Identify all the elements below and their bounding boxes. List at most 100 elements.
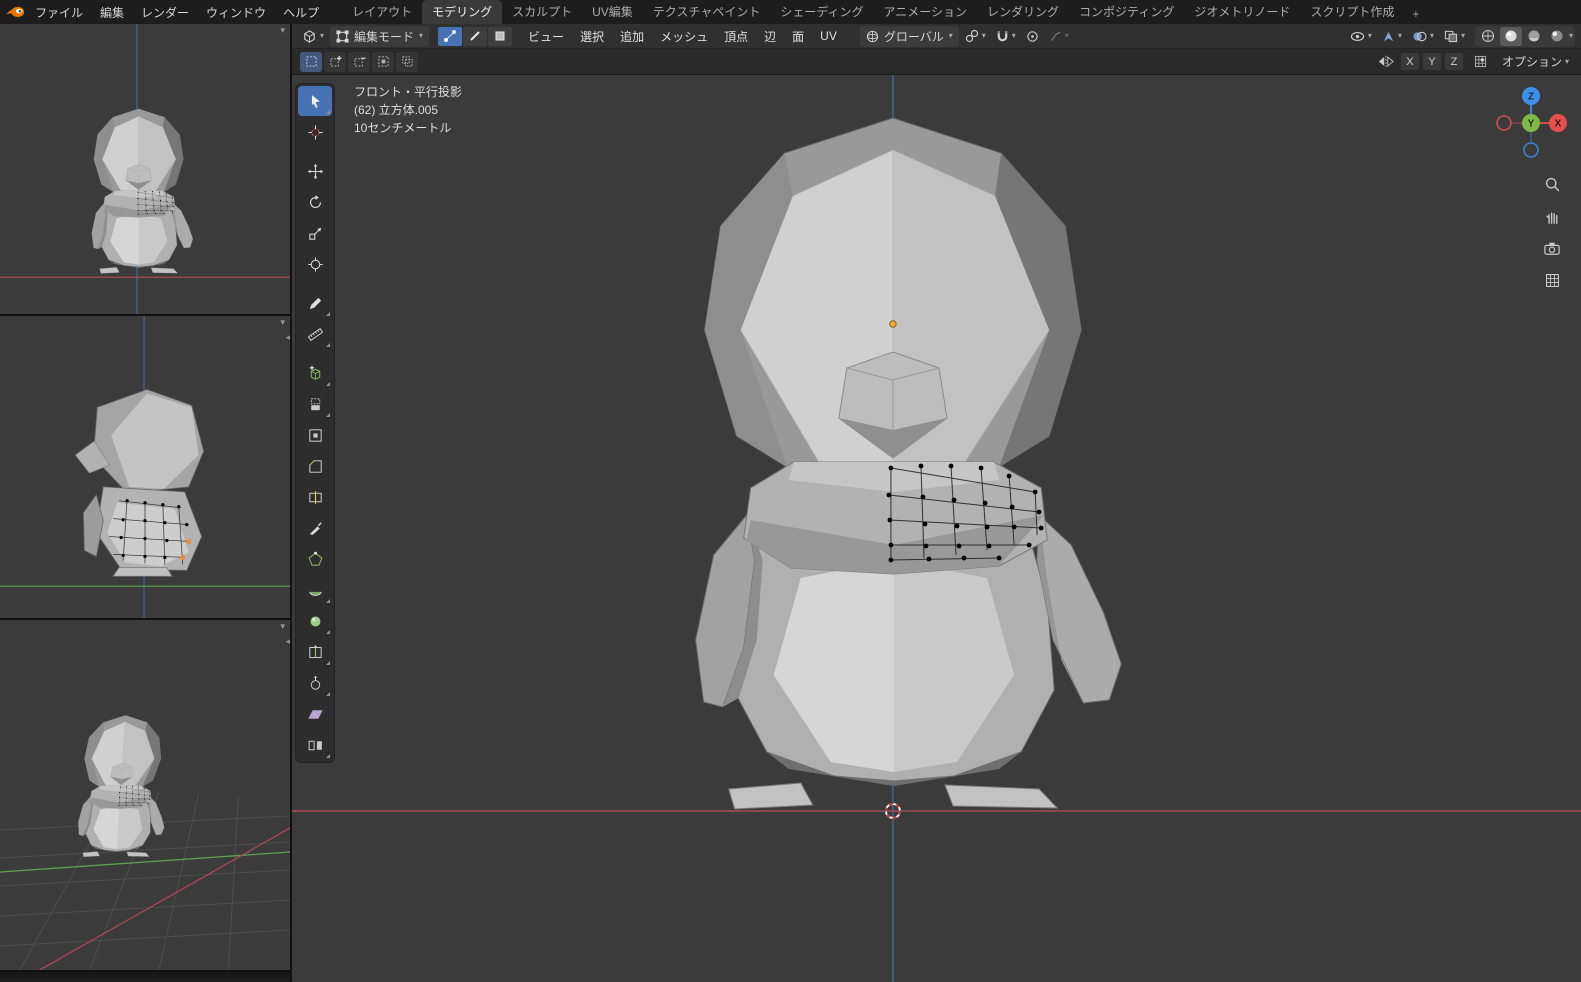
tab-layout[interactable]: レイアウト: [342, 0, 422, 24]
menu-render[interactable]: レンダー: [133, 2, 197, 23]
menu-edge[interactable]: 辺: [757, 26, 783, 47]
measure-tool[interactable]: [298, 319, 332, 349]
select-subtract-button[interactable]: [348, 52, 370, 72]
grid-ortho-button[interactable]: [1539, 267, 1565, 293]
menu-vertex[interactable]: 頂点: [717, 26, 755, 47]
transform-orientation-dropdown[interactable]: グローバル ▾: [860, 26, 959, 47]
mode-dropdown[interactable]: 編集モード ▾: [330, 26, 429, 47]
select-invert-button[interactable]: [372, 52, 394, 72]
select-intersect-button[interactable]: [396, 52, 418, 72]
bevel-tool[interactable]: [298, 451, 332, 481]
select-box-tool[interactable]: [298, 86, 332, 116]
rotate-tool[interactable]: [298, 187, 332, 217]
menu-select[interactable]: 選択: [573, 26, 611, 47]
mirror-y-button[interactable]: Y: [1423, 53, 1441, 70]
camera-view-button[interactable]: [1539, 235, 1565, 261]
navigation-gizmo[interactable]: Z X Y: [1495, 87, 1567, 164]
tab-uv-editing[interactable]: UV編集: [582, 0, 643, 24]
menu-uv[interactable]: UV: [813, 27, 844, 45]
main-3d-viewport[interactable]: フロント・平行投影 (62) 立方体.005 10センチメートル: [292, 75, 1581, 982]
chevron-down-icon: ▾: [320, 32, 324, 40]
extrude-region-tool[interactable]: [298, 389, 332, 419]
knife-tool[interactable]: [298, 513, 332, 543]
axis-gizmo-icon: Z X Y: [1495, 87, 1567, 159]
menu-window[interactable]: ウィンドウ: [198, 2, 274, 23]
select-extend-button[interactable]: [324, 52, 346, 72]
menu-face[interactable]: 面: [785, 26, 811, 47]
cursor-tool[interactable]: [298, 117, 332, 147]
snap-target-dropdown[interactable]: ▾: [961, 27, 990, 45]
move-icon: [307, 163, 324, 180]
pan-button[interactable]: [1539, 203, 1565, 229]
transform-tool[interactable]: [298, 249, 332, 279]
tab-geometry-nodes[interactable]: ジオメトリノード: [1184, 0, 1300, 24]
area-corner-handle[interactable]: ▾: [280, 25, 285, 36]
rip-region-tool[interactable]: [298, 730, 332, 760]
rendered-shading-button[interactable]: [1546, 27, 1568, 46]
area-corner-handle[interactable]: ▾: [280, 317, 285, 328]
shrink-fatten-tool[interactable]: [298, 668, 332, 698]
proportional-editing-button[interactable]: [1022, 28, 1043, 45]
area-corner-handle[interactable]: ▾: [280, 621, 285, 632]
menu-add[interactable]: 追加: [613, 26, 651, 47]
snap-toggle-button[interactable]: ▾: [992, 28, 1020, 45]
area-join-handle[interactable]: ◂: [285, 332, 290, 343]
tab-animation[interactable]: アニメーション: [874, 0, 978, 24]
material-shading-button[interactable]: [1523, 27, 1545, 46]
menu-view[interactable]: ビュー: [521, 26, 571, 47]
solid-shading-button[interactable]: [1500, 27, 1522, 46]
mirror-x-button[interactable]: X: [1401, 53, 1419, 70]
viewport-panel-side[interactable]: ▾ ◂: [0, 316, 290, 620]
inset-faces-tool[interactable]: [298, 420, 332, 450]
wireframe-shading-icon: [1481, 29, 1495, 43]
tab-rendering[interactable]: レンダリング: [977, 0, 1069, 24]
zoom-button[interactable]: [1539, 171, 1565, 197]
select-set-button[interactable]: [300, 52, 322, 72]
edge-select-button[interactable]: [463, 27, 487, 46]
annotate-tool[interactable]: [298, 288, 332, 318]
gizmo-arrow-icon: [1382, 30, 1395, 43]
select-mode-group: [438, 27, 512, 46]
xray-toggle-dropdown[interactable]: ▾: [1440, 28, 1469, 45]
tab-sculpting[interactable]: スカルプト: [502, 0, 582, 24]
proportional-falloff-dropdown[interactable]: ▾: [1045, 28, 1073, 45]
mirror-z-button[interactable]: Z: [1445, 53, 1463, 70]
tab-texture-paint[interactable]: テクスチャペイント: [643, 0, 771, 24]
tab-scripting[interactable]: スクリプト作成: [1300, 0, 1404, 24]
add-cube-tool[interactable]: [298, 358, 332, 388]
move-tool[interactable]: [298, 156, 332, 186]
loop-cut-tool[interactable]: [298, 482, 332, 512]
tab-modeling[interactable]: モデリング: [422, 0, 502, 24]
scale-tool[interactable]: [298, 218, 332, 248]
edge-slide-tool[interactable]: [298, 637, 332, 667]
editor-type-button[interactable]: ▾: [298, 27, 328, 46]
tool-snap-button[interactable]: [1470, 53, 1492, 70]
options-dropdown[interactable]: オプション ▾: [1498, 51, 1573, 72]
add-cube-icon: [307, 365, 324, 382]
face-select-button[interactable]: [488, 27, 512, 46]
overlays-toggle-dropdown[interactable]: ▾: [1408, 28, 1438, 45]
tab-shading[interactable]: シェーディング: [770, 0, 873, 24]
add-workspace-button[interactable]: +: [1404, 4, 1427, 24]
area-join-handle[interactable]: ◂: [285, 636, 290, 647]
gizmos-toggle-dropdown[interactable]: ▾: [1378, 28, 1406, 45]
spin-tool[interactable]: [298, 575, 332, 605]
menu-file[interactable]: ファイル: [27, 2, 91, 23]
mirror-button[interactable]: [1374, 53, 1398, 70]
viewport-header: ▾ 編集モード ▾: [292, 24, 1581, 49]
viewport-panel-perspective[interactable]: ▾ ◂: [0, 620, 290, 970]
vertex-select-button[interactable]: [438, 27, 462, 46]
tab-compositing[interactable]: コンポジティング: [1069, 0, 1184, 24]
chevron-down-icon: ▾: [1012, 32, 1016, 40]
menu-edit[interactable]: 編集: [92, 2, 132, 23]
menu-help[interactable]: ヘルプ: [275, 2, 327, 23]
blender-logo-icon[interactable]: [6, 5, 26, 19]
wireframe-shading-button[interactable]: [1477, 27, 1499, 46]
shear-tool[interactable]: [298, 699, 332, 729]
viewport-panel-front[interactable]: ▾: [0, 24, 290, 316]
smooth-tool[interactable]: [298, 606, 332, 636]
poly-build-tool[interactable]: [298, 544, 332, 574]
edge-select-icon: [469, 30, 481, 42]
menu-mesh[interactable]: メッシュ: [653, 26, 715, 47]
object-visibility-dropdown[interactable]: ▾: [1346, 28, 1376, 45]
